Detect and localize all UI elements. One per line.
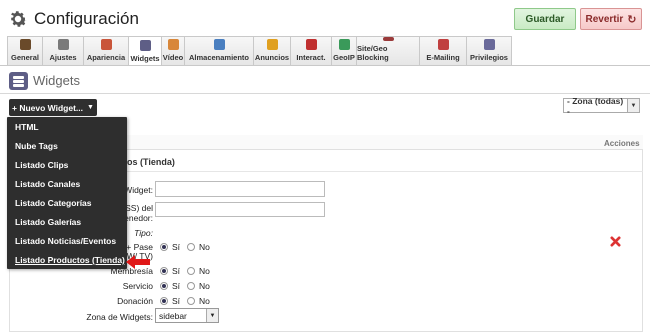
add-widget-label: + Nuevo Widget... bbox=[12, 102, 84, 113]
menu-item[interactable]: Listado Categorías bbox=[7, 194, 127, 213]
tab-almacenamiento[interactable]: Almacenamiento bbox=[184, 36, 254, 65]
radio-yes[interactable] bbox=[160, 267, 168, 275]
tab-divider bbox=[0, 65, 650, 66]
radio-no[interactable] bbox=[187, 243, 195, 251]
page-title: Configuración bbox=[34, 9, 139, 28]
ads-icon bbox=[266, 39, 278, 50]
tab-e-mailing[interactable]: E-Mailing bbox=[419, 36, 467, 65]
tab-bar: General Ajustes Apariencia Widgets Vídeo Alma… bbox=[7, 36, 542, 66]
radio-yes[interactable] bbox=[160, 243, 168, 251]
zone-select-value: sidebar bbox=[159, 310, 187, 321]
radio-yes[interactable] bbox=[160, 297, 168, 305]
radio-yes-label: Sí bbox=[172, 281, 181, 291]
menu-item[interactable]: Listado Clips bbox=[7, 156, 127, 175]
column-header-actions: Acciones bbox=[604, 139, 640, 148]
tab-label: Almacenamiento bbox=[188, 53, 250, 62]
menu-item[interactable]: Nube Tags bbox=[7, 137, 127, 156]
radio-no-label: No bbox=[199, 242, 210, 252]
section-divider bbox=[0, 93, 650, 94]
radio-no[interactable] bbox=[187, 297, 195, 305]
tab-v-deo[interactable]: Vídeo bbox=[161, 36, 185, 65]
interact-icon bbox=[305, 39, 317, 50]
radio-yes[interactable] bbox=[160, 282, 168, 290]
widgets-icon bbox=[9, 72, 28, 90]
refresh-icon: ↻ bbox=[627, 13, 637, 26]
add-widget-menu: HTML Nube Tags Listado Clips Listado Canale… bbox=[7, 117, 127, 269]
radio-no[interactable] bbox=[187, 267, 195, 275]
users-icon bbox=[483, 39, 495, 50]
tab-widgets[interactable]: Widgets bbox=[128, 36, 162, 66]
tab-general[interactable]: General bbox=[7, 36, 43, 65]
radio-yes-label: Sí bbox=[172, 242, 181, 252]
widgets-icon bbox=[139, 40, 151, 51]
delete-icon[interactable] bbox=[610, 236, 621, 247]
gear-icon bbox=[10, 11, 27, 27]
radio-no-label: No bbox=[199, 281, 210, 291]
storage-icon bbox=[213, 39, 225, 50]
revert-button[interactable]: Revertir ↻ bbox=[580, 8, 642, 30]
tab-label: Widgets bbox=[130, 54, 160, 63]
menu-item[interactable]: Listado Galerías bbox=[7, 213, 127, 232]
menu-item[interactable]: Listado Canales bbox=[7, 175, 127, 194]
save-button[interactable]: Guardar bbox=[514, 8, 576, 30]
tab-label: Apariencia bbox=[86, 53, 126, 62]
radio-yes-label: Sí bbox=[172, 266, 181, 276]
settings-icon bbox=[57, 39, 69, 50]
add-widget-button[interactable]: + Nuevo Widget... ▼ bbox=[9, 99, 97, 116]
tab-label: GeoIP bbox=[333, 53, 355, 62]
radio-no-label: No bbox=[199, 266, 210, 276]
widget-name-textarea[interactable] bbox=[155, 181, 325, 197]
tab-ajustes[interactable]: Ajustes bbox=[42, 36, 84, 65]
save-button-label: Guardar bbox=[525, 13, 565, 25]
tab-anuncios[interactable]: Anuncios bbox=[253, 36, 291, 65]
chevron-down-icon: ▼ bbox=[87, 104, 94, 111]
geoip-icon bbox=[338, 39, 350, 50]
radio-yes-label: Sí bbox=[172, 296, 181, 306]
menu-item[interactable]: Listado Noticias/Eventos bbox=[7, 232, 127, 251]
tab-label: General bbox=[11, 53, 39, 62]
zone-select[interactable]: sidebar ▼ bbox=[155, 308, 219, 323]
zone-filter-value: - Zona (todas) - bbox=[567, 95, 624, 116]
general-icon bbox=[19, 39, 31, 50]
radio-no[interactable] bbox=[187, 282, 195, 290]
tab-site-geo-blocking[interactable]: Site/Geo Blocking bbox=[356, 36, 420, 65]
palette-icon bbox=[100, 39, 112, 50]
widget-row-title: os (Tienda) bbox=[127, 157, 175, 167]
tab-privilegios[interactable]: Privilegios bbox=[466, 36, 512, 65]
zone-filter-select[interactable]: - Zona (todas) - ▼ bbox=[563, 95, 640, 116]
css-class-input[interactable] bbox=[155, 202, 325, 217]
tab-apariencia[interactable]: Apariencia bbox=[83, 36, 129, 65]
video-icon bbox=[167, 39, 179, 50]
tab-label: Anuncios bbox=[254, 53, 290, 62]
tab-label: Vídeo bbox=[162, 53, 184, 62]
tab-label: Ajustes bbox=[49, 53, 77, 62]
arrow-left-icon bbox=[126, 255, 150, 269]
tab-geoip[interactable]: GeoIP bbox=[331, 36, 357, 65]
tab-interact[interactable]: Interact. bbox=[290, 36, 332, 65]
tab-label: Interact. bbox=[296, 53, 326, 62]
section-title: Widgets bbox=[33, 73, 80, 88]
chevron-down-icon: ▼ bbox=[627, 99, 639, 112]
servicio-label: Servicio bbox=[122, 281, 153, 291]
radio-no-label: No bbox=[199, 296, 210, 306]
donacion-label: Donación bbox=[117, 296, 153, 306]
blocking-icon bbox=[382, 37, 394, 41]
tab-label: E-Mailing bbox=[426, 53, 460, 62]
menu-item[interactable]: Listado Productos (Tienda) bbox=[7, 251, 127, 270]
email-icon bbox=[437, 39, 449, 50]
chevron-down-icon: ▼ bbox=[206, 309, 218, 322]
menu-item[interactable]: HTML bbox=[7, 118, 127, 137]
tab-label: Site/Geo Blocking bbox=[357, 44, 389, 62]
tab-label: Privilegios bbox=[470, 53, 508, 62]
revert-button-label: Revertir bbox=[585, 13, 624, 25]
zona-label: Zona de Widgets: bbox=[86, 312, 153, 322]
